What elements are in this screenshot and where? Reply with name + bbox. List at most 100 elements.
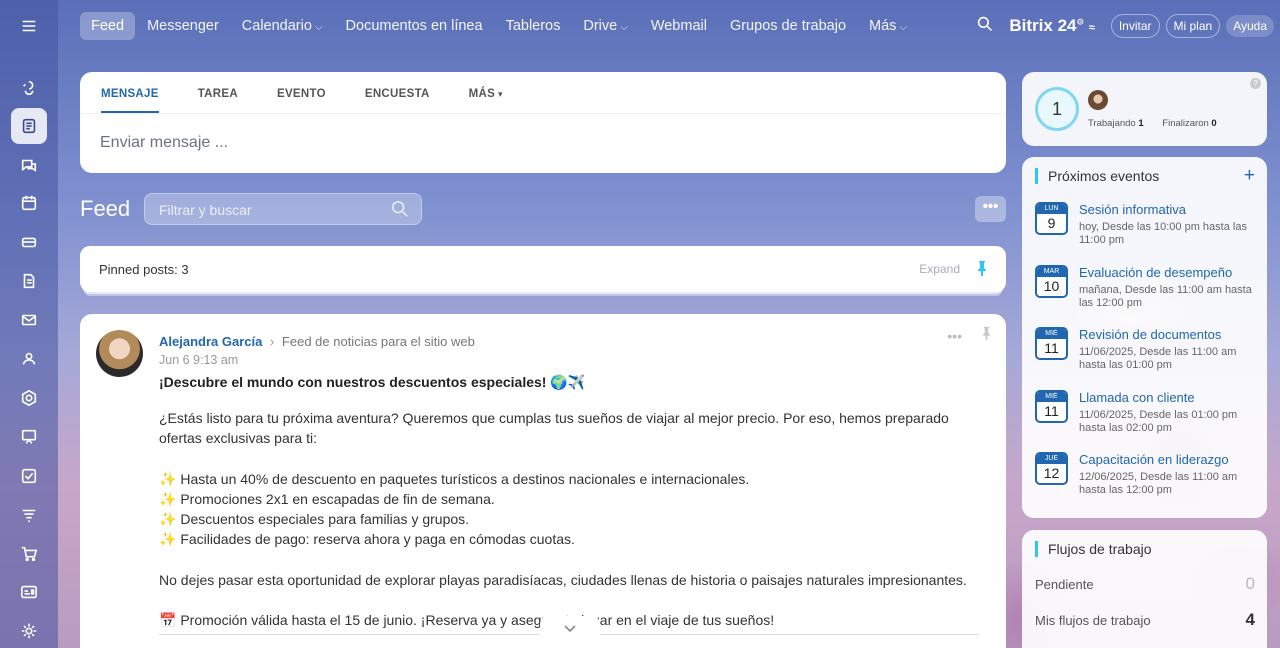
post-promo-text: Promoción válida hasta el 15 de junio. ¡… [180, 612, 775, 629]
drive-icon[interactable] [11, 224, 47, 260]
upcoming-events-widget: Próximos eventos + LUN 9 Sesión informativ… [1022, 157, 1267, 518]
chevron-down-icon: ⌵ [314, 22, 323, 33]
expand-link[interactable]: Expand [919, 262, 960, 276]
author-avatar[interactable] [96, 330, 143, 377]
post-bullet: ✨ Descuentos especiales para familias y … [159, 509, 969, 529]
nav-item-2[interactable]: Calendario ⌵ [231, 12, 334, 40]
nav-item-label: Drive [583, 18, 618, 34]
nav-item-label: Documentos en línea [345, 18, 483, 34]
event-title[interactable]: Llamada con cliente [1079, 390, 1195, 405]
help-button[interactable]: Ayuda [1226, 15, 1274, 37]
pinned-posts-bar[interactable]: Pinned posts: 3 Expand [80, 246, 1006, 292]
event-item[interactable]: MIÉ 11 Revisión de documentos 11/06/2025, D… [1035, 327, 1261, 383]
nav-item-5[interactable]: Drive ⌵ [572, 12, 638, 40]
working-label: Trabajando [1088, 118, 1136, 129]
event-title[interactable]: Sesión informativa [1079, 202, 1186, 217]
filter-icon[interactable] [11, 497, 47, 533]
events-title[interactable]: Próximos eventos [1035, 168, 1159, 184]
finished-count: 0 [1211, 118, 1217, 129]
nav-item-1[interactable]: Messenger [136, 12, 230, 40]
feed-more-button[interactable]: ••• [975, 196, 1006, 222]
contact-card-icon[interactable] [11, 574, 47, 610]
event-time: 11/06/2025, Desde las 11:00 am hasta las… [1079, 346, 1237, 371]
event-time: hoy, Desde las 10:00 pm hasta las 11:00 … [1079, 221, 1247, 246]
pending-workflows-row[interactable]: Pendiente 0 [1035, 574, 1255, 593]
composer-tab-1[interactable]: TAREA [198, 72, 238, 113]
nav-item-6[interactable]: Webmail [640, 12, 718, 40]
my-workflows-count: 4 [1245, 610, 1255, 629]
nav-item-label: Feed [91, 18, 125, 34]
menu-icon[interactable] [11, 8, 47, 44]
mail-icon[interactable] [11, 302, 47, 338]
event-day: 10 [1043, 277, 1060, 294]
event-time: mañana, Desde las 11:00 am hasta las 12:… [1079, 283, 1252, 309]
post-menu-icon[interactable]: ••• [947, 328, 962, 344]
event-title[interactable]: Capacitación en liderazgo [1079, 452, 1229, 467]
invite-button[interactable]: Invitar [1110, 14, 1160, 38]
post-bullet: ✨ Facilidades de pago: reserva ahora y p… [159, 529, 969, 549]
composer-tab-label: MÁS [468, 88, 496, 100]
feed-title: Feed [80, 196, 131, 221]
document-icon[interactable] [11, 263, 47, 299]
composer-tab-3[interactable]: ENCUESTA [365, 72, 430, 113]
workflows-title[interactable]: Flujos de trabajo [1035, 541, 1152, 557]
post-bullet: ✨ Promociones 2x1 en escapadas de fin de… [159, 489, 969, 509]
help-icon[interactable]: ? [1250, 78, 1261, 89]
event-weekday: JUE [1037, 454, 1066, 464]
composer-tab-label: ENCUESTA [364, 88, 430, 100]
composer-tab-2[interactable]: EVENTO [277, 72, 326, 113]
nav-item-7[interactable]: Grupos de trabajo [719, 12, 857, 40]
nav-item-4[interactable]: Tableros [495, 12, 572, 40]
my-workflows-row[interactable]: Mis flujos de trabajo 4 [1035, 610, 1255, 629]
calendar-date-icon: MAR 10 [1035, 264, 1068, 298]
working-count: 1 [1138, 118, 1144, 129]
author-name[interactable]: Alejandra García [159, 334, 262, 349]
message-input[interactable]: Enviar mensaje ... [80, 114, 1006, 172]
top-right-controls: Bitrix 24⊙ ≈ Invitar Mi plan Ayuda [977, 0, 1280, 52]
presentation-icon[interactable] [11, 419, 47, 455]
nav-item-0[interactable]: Feed [80, 12, 136, 40]
feed-search-input[interactable]: Filtrar y buscar [144, 193, 422, 225]
settings-icon[interactable] [11, 613, 47, 648]
expand-post-button[interactable] [540, 616, 600, 642]
event-title[interactable]: Revisión de documentos [1079, 327, 1221, 342]
work-count-ring[interactable]: 1 [1035, 87, 1079, 131]
pin-post-icon[interactable] [981, 326, 992, 343]
pending-label: Pendiente [1035, 577, 1094, 592]
chevron-right-icon: › [269, 334, 275, 349]
nav-item-3[interactable]: Documentos en línea [335, 12, 494, 40]
post-destination[interactable]: Feed de noticias para el sitio web [282, 334, 475, 349]
workflows-widget: Flujos de trabajo Pendiente 0 Mis flujos… [1022, 530, 1267, 648]
employee-avatar[interactable] [1088, 90, 1108, 110]
event-item[interactable]: JUE 12 Capacitación en liderazgo 12/06/2025… [1035, 452, 1261, 508]
chevron-down-icon [564, 625, 576, 633]
calendar-date-icon: JUE 12 [1035, 452, 1068, 485]
my-plan-button[interactable]: Mi plan [1165, 14, 1221, 38]
work-stats: Trabajando 1 Finalizaron 0 [1088, 118, 1233, 129]
event-item[interactable]: LUN 9 Sesión informativa hoy, Desde las 10:… [1035, 202, 1261, 258]
nav-item-label: Webmail [650, 18, 707, 34]
post-paragraph: No dejes pasar esta oportunidad de explo… [159, 571, 967, 588]
composer-tab-0[interactable]: MENSAJE [101, 72, 159, 113]
tasks-icon[interactable] [11, 458, 47, 494]
search-icon[interactable] [977, 16, 993, 37]
add-event-icon[interactable]: + [1244, 165, 1255, 187]
event-item[interactable]: MAR 10 Evaluación de desempeño mañana, Desd… [1035, 264, 1261, 321]
groups-icon[interactable] [11, 341, 47, 377]
feed-icon[interactable] [11, 108, 47, 144]
post-title: ¡Descubre el mundo con nuestros descuent… [159, 374, 586, 390]
composer-tab-4[interactable]: MÁS ▾ [469, 72, 503, 113]
brand-logo[interactable]: Bitrix 24⊙ ≈ [1009, 16, 1094, 36]
event-item[interactable]: MIÉ 11 Llamada con cliente 11/06/2025, Desd… [1035, 389, 1261, 446]
event-title[interactable]: Evaluación de desempeño [1079, 265, 1232, 280]
chat-icon[interactable] [11, 147, 47, 183]
event-weekday: MIÉ [1037, 391, 1066, 402]
collab-icon[interactable] [11, 70, 47, 106]
cart-icon[interactable] [11, 536, 47, 572]
post-date[interactable]: Jun 6 9:13 am [159, 353, 238, 367]
event-day: 11 [1044, 402, 1059, 419]
nav-item-8[interactable]: Más ⌵ [858, 12, 918, 40]
pin-icon[interactable] [976, 260, 988, 279]
sites-icon[interactable] [11, 380, 47, 416]
calendar-icon[interactable] [11, 185, 47, 221]
